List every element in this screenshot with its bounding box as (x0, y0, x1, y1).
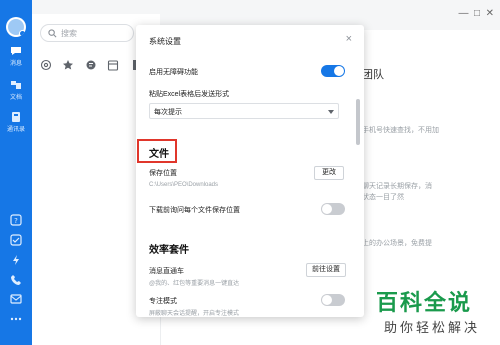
todo-icon[interactable] (10, 234, 22, 246)
phone-icon[interactable] (10, 274, 22, 286)
go-settings-button[interactable]: 前往设置 (306, 263, 346, 277)
highlight-box (137, 139, 177, 163)
nav-documents-label: 文档 (9, 95, 22, 101)
chevron-down-icon (328, 110, 334, 114)
save-location-label: 保存位置 (149, 170, 177, 177)
left-nav-rail: 消息 文档 通讯录 ? (0, 0, 32, 345)
svg-text:?: ? (14, 217, 18, 225)
close-icon[interactable]: × (346, 33, 352, 45)
chat-bubble-icon[interactable] (85, 58, 97, 70)
dialog-title: 系统设置 (149, 37, 181, 46)
nav-contacts[interactable]: 通讯录 (0, 112, 32, 133)
background-title: 团队 (362, 69, 384, 81)
watermark: 百科全说 助你轻松解决 (370, 285, 494, 341)
background-line-3: 上的办公场景，免费提 (362, 240, 432, 247)
watermark-main: 百科全说 (376, 291, 473, 316)
focus-mode-label: 专注模式 (149, 298, 177, 305)
nav-messages[interactable]: 消息 (0, 46, 32, 67)
lightning-icon[interactable] (10, 254, 22, 266)
message-express-label: 消息直通车 (149, 268, 184, 275)
paste-excel-select[interactable]: 每次提示 (149, 103, 339, 119)
nav-contacts-label: 通讯录 (6, 127, 25, 133)
chat-icon (11, 47, 21, 55)
change-location-button[interactable]: 更改 (314, 166, 344, 180)
search-icon (48, 29, 57, 38)
accessibility-toggle[interactable] (321, 65, 345, 77)
system-settings-dialog: 系统设置 × 启用无障碍功能 粘贴Excel表格后发送形式 每次提示 文件 保存… (136, 25, 364, 317)
ask-each-download-toggle[interactable] (321, 203, 345, 215)
toggle-knob (322, 204, 332, 214)
accessibility-label: 启用无障碍功能 (149, 69, 198, 76)
mail-icon[interactable] (10, 293, 22, 305)
nav-documents[interactable]: 文档 (0, 80, 32, 101)
at-icon[interactable] (40, 58, 52, 71)
ask-each-download-label: 下载前询问每个文件保存位置 (149, 207, 240, 214)
contacts-icon (12, 112, 20, 122)
efficiency-section-title: 效率套件 (149, 245, 189, 256)
status-dot (19, 30, 26, 37)
watermark-sub: 助你轻松解决 (384, 321, 481, 336)
star-icon[interactable] (62, 58, 74, 70)
avatar[interactable] (6, 17, 26, 37)
more-icon[interactable] (10, 313, 22, 325)
search-input[interactable]: 搜索 (40, 24, 134, 42)
window-controls[interactable]: — □ ✕ (458, 8, 494, 19)
save-location-path: C:\Users\PEO\Downloads (149, 182, 219, 188)
focus-mode-toggle[interactable] (321, 294, 345, 306)
message-express-sub: @我的、红包等重要消息一键直达 (149, 281, 240, 287)
background-line-2a: 聊天记录长期保存，消 (362, 183, 432, 190)
nav-messages-label: 消息 (9, 61, 22, 67)
toggle-knob (334, 66, 344, 76)
help-icon[interactable]: ? (10, 214, 22, 226)
calendar-icon[interactable] (107, 58, 119, 71)
filter-bar (40, 58, 148, 71)
paste-excel-value: 每次提示 (154, 109, 182, 116)
dialog-scrollbar[interactable] (356, 99, 360, 145)
background-line-1: 手机号快速查找，不用加 (362, 127, 439, 134)
focus-mode-sub: 屏蔽聊天会话提醒，开启专注模式 (149, 311, 240, 317)
paste-excel-label: 粘贴Excel表格后发送形式 (149, 91, 230, 98)
toggle-knob (322, 295, 332, 305)
dialog-header: 系统设置 × (136, 25, 364, 53)
search-placeholder: 搜索 (61, 29, 77, 38)
document-icon (11, 81, 21, 89)
background-line-2b: 状态一目了然 (362, 194, 404, 201)
